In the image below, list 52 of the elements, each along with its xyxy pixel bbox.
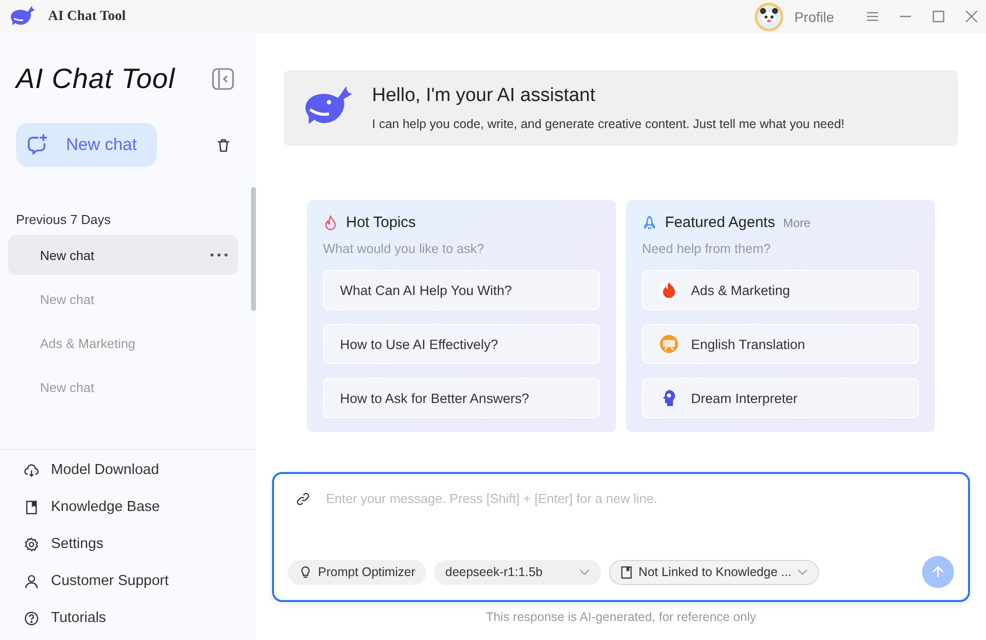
window-title: AI Chat Tool [48,8,126,24]
translation-badge-icon [659,334,679,354]
arrow-up-icon [931,565,945,579]
fire-icon [659,280,679,300]
settings-icon [24,536,39,552]
panda-avatar-icon[interactable] [754,2,784,32]
collapse-sidebar-icon[interactable] [212,68,234,90]
knowledge-base-dropdown[interactable]: Not Linked to Knowledge ... [608,560,820,584]
app-brand-title: AI Chat Tool [16,63,176,95]
book-icon [24,500,39,514]
card-subtitle: What would you like to ask? [323,241,486,256]
chat-history-item[interactable]: New chat [8,235,238,275]
card-title: Hot Topics [346,214,416,231]
scrollbar[interactable] [251,187,256,311]
close-icon[interactable] [965,10,978,23]
section-heading: Previous 7 Days [15,212,112,229]
trash-icon[interactable] [216,138,231,152]
agent-item[interactable]: Ads & Marketing [642,270,919,310]
card-subtitle: Need help from them? [642,241,772,256]
card-title: Featured Agents [665,214,776,231]
profile-link[interactable]: Profile [794,8,834,24]
user-icon [24,574,39,588]
flame-icon [323,214,338,230]
nav-item[interactable]: Customer Support [24,573,256,589]
maximize-icon[interactable] [932,10,945,23]
nav-item[interactable]: Tutorials [24,610,256,626]
attachment-link-icon[interactable] [296,492,310,506]
agent-item[interactable]: English Translation [642,324,919,364]
chevron-down-icon [578,568,590,576]
menu-icon[interactable] [866,10,879,23]
more-icon[interactable] [210,253,228,257]
rocket-icon [642,214,657,230]
lightbulb-icon [299,566,312,578]
disclaimer-text: This response is AI-generated, for reference only [486,610,756,624]
chevron-down-icon [797,568,808,576]
nav-item[interactable]: Model Download [24,462,256,478]
message-input[interactable]: Enter your message. Press [Shift] + [Enter] for a new line. [324,490,954,507]
chat-plus-icon [26,134,48,156]
topic-item[interactable]: What Can AI Help You With? [323,270,600,310]
model-dropdown[interactable]: deepseek-r1:1.5b [434,560,601,584]
welcome-title: Hello, I'm your AI assistant [372,85,596,107]
new-chat-button[interactable]: New chat [16,123,157,167]
welcome-text: I can help you code, write, and generate creative content. Just tell me what you need! [372,117,845,131]
cloud-download-icon [24,462,39,478]
nav-item[interactable]: Knowledge Base [24,499,256,515]
help-icon [24,610,39,626]
agent-item[interactable]: Dream Interpreter [642,378,919,418]
prompt-optimizer-button[interactable]: Prompt Optimizer [288,560,426,584]
topic-item[interactable]: How to Use AI Effectively? [323,324,600,364]
topic-item[interactable]: How to Ask for Better Answers? [323,378,600,418]
book-icon [620,566,633,578]
nav-item[interactable]: Settings [24,536,256,552]
